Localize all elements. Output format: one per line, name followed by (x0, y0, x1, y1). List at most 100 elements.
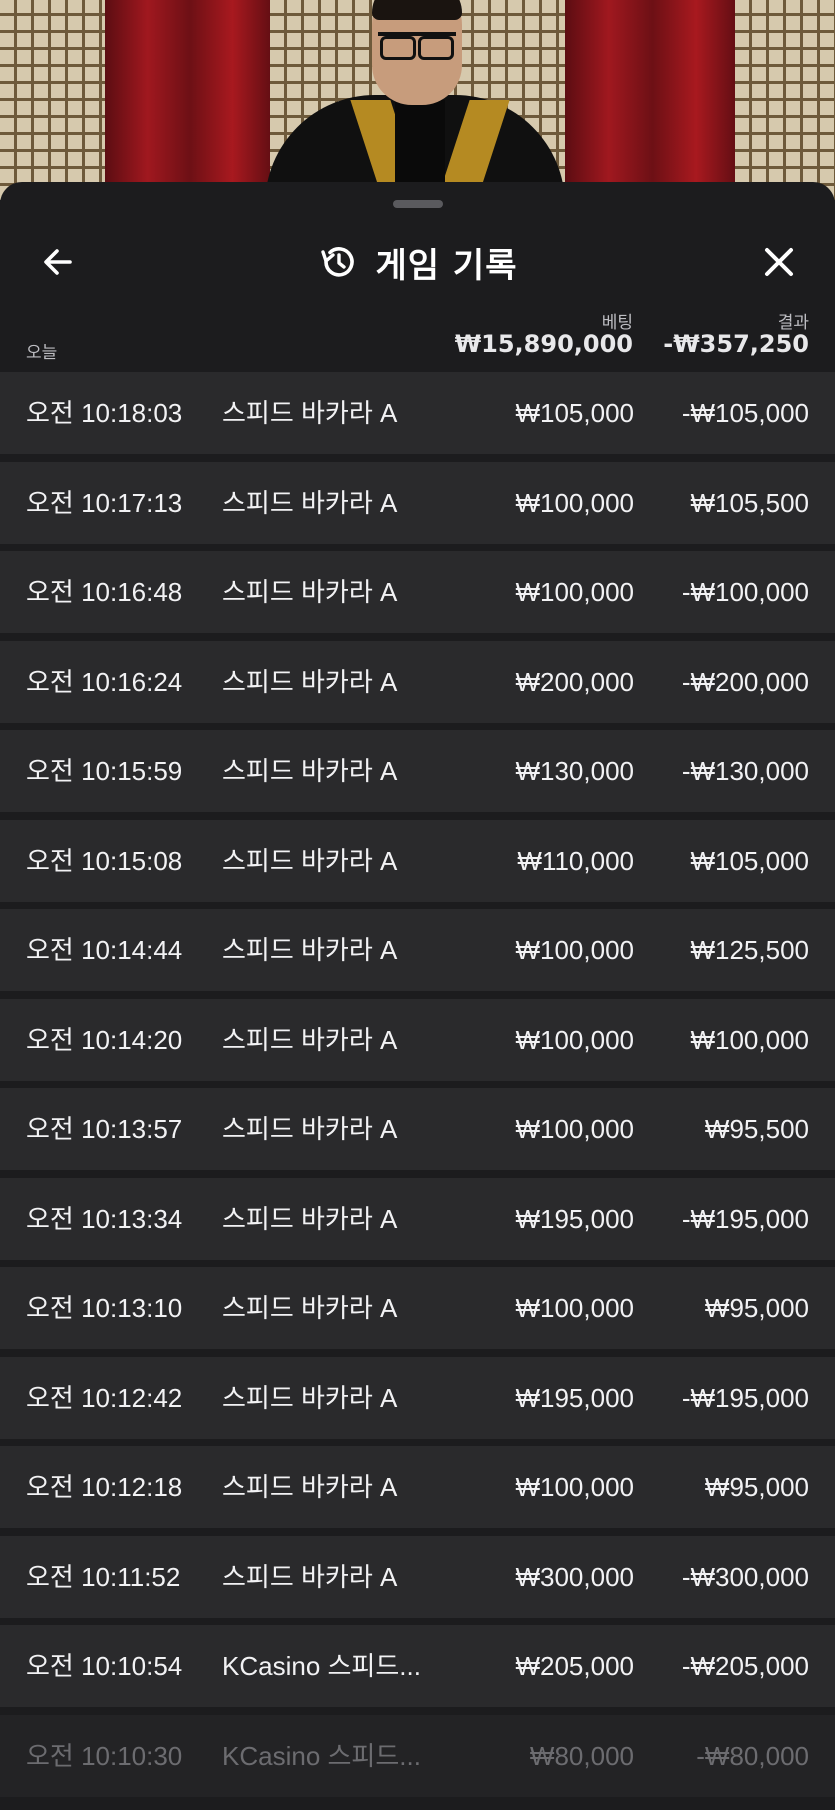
live-dealer-video (0, 0, 835, 200)
row-bet-amount: ₩105,000 (515, 398, 634, 428)
row-game-name: 스피드 바카라 A (222, 1114, 398, 1144)
row-game-name: 스피드 바카라 A (222, 1561, 398, 1592)
row-game-name: 스피드 바카라 A (222, 935, 398, 965)
row-bet-amount: ₩80,000 (529, 1740, 634, 1771)
history-row[interactable]: 오전 10:18:03 스피드 바카라 A ₩105,000 -₩105,000 (0, 372, 835, 454)
row-game-name: 스피드 바카라 A (222, 487, 398, 518)
bet-total: ₩15,890,000 (454, 330, 633, 358)
lattice-panel (0, 0, 110, 200)
row-game-name: 스피드 바카라 A (222, 1472, 398, 1502)
row-bet-amount: ₩195,000 (515, 1382, 634, 1413)
row-time: 오전 10:13:57 (26, 1114, 183, 1144)
row-time: 오전 10:14:44 (26, 935, 183, 965)
row-time: 오전 10:12:18 (26, 1472, 183, 1502)
row-bet-amount: ₩100,000 (515, 935, 634, 965)
drag-handle[interactable] (393, 200, 443, 208)
row-result-amount: -₩300,000 (681, 1561, 809, 1592)
row-time: 오전 10:15:08 (26, 845, 183, 876)
history-sheet: 게임 기록 오늘 베팅 결과 ₩15,890,000 -₩357,250 오전 … (0, 182, 835, 1810)
row-bet-amount: ₩100,000 (515, 1472, 634, 1502)
row-result-amount: ₩100,000 (690, 1024, 809, 1055)
history-row[interactable]: 오전 10:15:59 스피드 바카라 A ₩130,000 -₩130,000 (0, 730, 835, 812)
dealer-hair (372, 0, 462, 20)
history-list: 오전 10:18:03 스피드 바카라 A ₩105,000 -₩105,000 오전 … (0, 372, 835, 1804)
history-row[interactable]: 오전 10:10:30 KCasino 스피드... ₩80,000 -₩80,000 (0, 1714, 835, 1797)
row-bet-amount: ₩110,000 (517, 845, 634, 876)
row-bet-amount: ₩205,000 (515, 1651, 634, 1681)
title-text: 게임 기록 (375, 245, 518, 286)
row-result-amount: ₩125,500 (690, 935, 809, 965)
row-game-name: 스피드 바카라 A (222, 1293, 398, 1323)
history-icon (318, 242, 358, 282)
lattice-panel (735, 0, 835, 200)
history-row[interactable]: 오전 10:12:18 스피드 바카라 A ₩100,000 ₩95,000 (0, 1446, 835, 1528)
history-row[interactable]: 오전 10:11:52 스피드 바카라 A ₩300,000 -₩300,000 (0, 1535, 835, 1618)
row-bet-amount: ₩195,000 (515, 1203, 634, 1234)
row-time: 오전 10:10:30 (26, 1740, 183, 1771)
date-label: 오늘 (26, 343, 58, 363)
row-game-name: KCasino 스피드... (222, 1651, 421, 1681)
row-result-amount: -₩200,000 (681, 666, 809, 697)
history-row[interactable]: 오전 10:13:57 스피드 바카라 A ₩100,000 ₩95,500 (0, 1088, 835, 1170)
row-result-amount: -₩80,000 (696, 1740, 809, 1771)
result-total: -₩357,250 (663, 330, 809, 358)
history-row[interactable]: 오전 10:17:13 스피드 바카라 A ₩100,000 ₩105,500 (0, 461, 835, 544)
close-button[interactable] (751, 234, 807, 290)
history-row[interactable]: 오전 10:12:42 스피드 바카라 A ₩195,000 -₩195,000 (0, 1356, 835, 1439)
row-time: 오전 10:13:10 (26, 1293, 183, 1323)
row-result-amount: -₩100,000 (681, 577, 809, 607)
row-bet-amount: ₩200,000 (515, 666, 634, 697)
summary-row: 오늘 베팅 결과 ₩15,890,000 -₩357,250 (0, 294, 835, 364)
row-bet-amount: ₩100,000 (515, 487, 634, 518)
history-row[interactable]: 오전 10:16:48 스피드 바카라 A ₩100,000 -₩100,000 (0, 551, 835, 633)
dealer-glasses (378, 32, 456, 60)
sheet-header: 게임 기록 (0, 222, 835, 302)
row-result-amount: ₩105,500 (690, 487, 809, 518)
history-row[interactable]: 오전 10:13:34 스피드 바카라 A ₩195,000 -₩195,000 (0, 1177, 835, 1260)
red-curtain (105, 0, 275, 200)
row-bet-amount: ₩130,000 (515, 756, 634, 786)
row-result-amount: ₩95,000 (704, 1293, 809, 1323)
history-row[interactable]: 오전 10:10:54 KCasino 스피드... ₩205,000 -₩205,0… (0, 1625, 835, 1707)
row-time: 오전 10:18:03 (26, 398, 183, 428)
row-time: 오전 10:12:42 (26, 1382, 183, 1413)
row-bet-amount: ₩100,000 (515, 1114, 634, 1144)
row-result-amount: -₩195,000 (681, 1203, 809, 1234)
row-result-amount: -₩105,000 (681, 398, 809, 428)
row-game-name: 스피드 바카라 A (222, 1382, 398, 1413)
row-result-amount: ₩95,000 (704, 1472, 809, 1502)
row-result-amount: ₩105,000 (690, 845, 809, 876)
row-result-amount: -₩195,000 (681, 1382, 809, 1413)
row-bet-amount: ₩100,000 (515, 1024, 634, 1055)
row-bet-amount: ₩100,000 (515, 1293, 634, 1323)
row-time: 오전 10:13:34 (26, 1203, 183, 1234)
row-time: 오전 10:16:48 (26, 577, 183, 607)
row-game-name: 스피드 바카라 A (222, 666, 398, 697)
row-result-amount: -₩130,000 (681, 756, 809, 786)
row-time: 오전 10:16:24 (26, 666, 183, 697)
game-history-screen: 게임 기록 오늘 베팅 결과 ₩15,890,000 -₩357,250 오전 … (0, 0, 835, 1810)
row-result-amount: ₩95,500 (704, 1114, 809, 1144)
row-bet-amount: ₩100,000 (515, 577, 634, 607)
history-row[interactable]: 오전 10:13:10 스피드 바카라 A ₩100,000 ₩95,000 (0, 1267, 835, 1349)
row-game-name: 스피드 바카라 A (222, 577, 398, 607)
row-time: 오전 10:17:13 (26, 487, 183, 518)
history-row[interactable]: 오전 10:14:20 스피드 바카라 A ₩100,000 ₩100,000 (0, 998, 835, 1081)
row-time: 오전 10:11:52 (26, 1561, 181, 1592)
row-time: 오전 10:14:20 (26, 1024, 183, 1055)
row-time: 오전 10:10:54 (26, 1651, 183, 1681)
history-row[interactable]: 오전 10:16:24 스피드 바카라 A ₩200,000 -₩200,000 (0, 640, 835, 723)
row-bet-amount: ₩300,000 (515, 1561, 634, 1592)
row-game-name: 스피드 바카라 A (222, 1203, 398, 1234)
row-time: 오전 10:15:59 (26, 756, 183, 786)
row-game-name: 스피드 바카라 A (222, 845, 398, 876)
close-icon (765, 248, 793, 276)
row-game-name: KCasino 스피드... (222, 1740, 421, 1771)
row-result-amount: -₩205,000 (681, 1651, 809, 1681)
row-game-name: 스피드 바카라 A (222, 398, 398, 428)
history-row[interactable]: 오전 10:15:08 스피드 바카라 A ₩110,000 ₩105,000 (0, 819, 835, 902)
row-game-name: 스피드 바카라 A (222, 756, 398, 786)
history-row[interactable]: 오전 10:14:44 스피드 바카라 A ₩100,000 ₩125,500 (0, 909, 835, 991)
red-curtain (565, 0, 740, 200)
page-title: 게임 기록 (0, 234, 835, 290)
